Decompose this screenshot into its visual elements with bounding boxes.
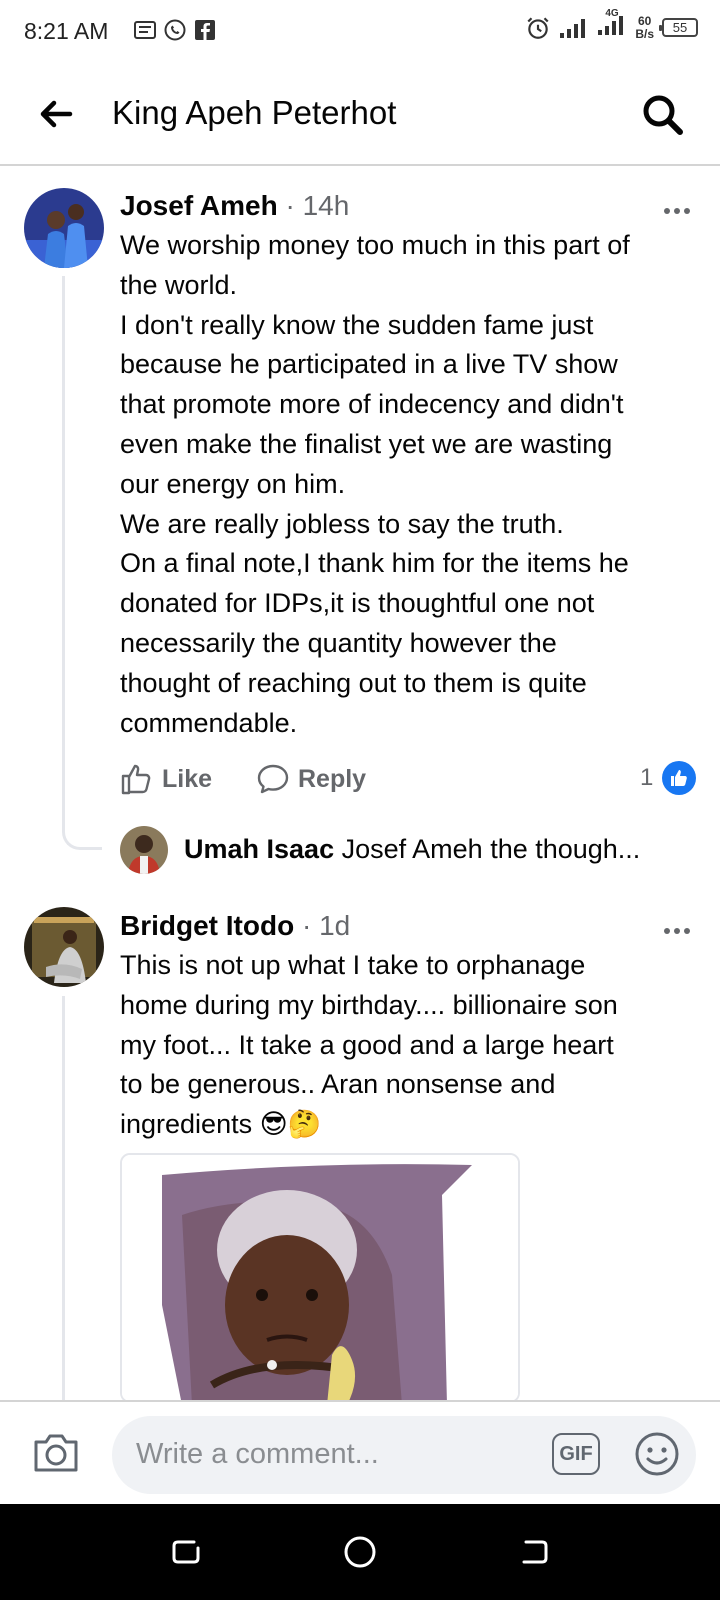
battery-level: 55 bbox=[672, 20, 688, 35]
comment-gif-image[interactable] bbox=[120, 1153, 520, 1403]
notification-icons bbox=[133, 18, 217, 42]
battery-icon: 55 bbox=[659, 18, 698, 37]
thread-line bbox=[62, 996, 65, 1406]
home-icon[interactable] bbox=[342, 1534, 378, 1570]
alarm-icon bbox=[527, 16, 549, 39]
meme-image bbox=[122, 1155, 518, 1401]
comment-time[interactable]: 14h bbox=[303, 190, 350, 221]
app-header: King Apeh Peterhot bbox=[0, 64, 720, 166]
gif-button[interactable]: GIF bbox=[552, 1433, 600, 1475]
speed-value: 60 bbox=[637, 13, 652, 28]
avatar-bridget-itodo[interactable] bbox=[24, 907, 104, 987]
like-label: Like bbox=[162, 764, 213, 793]
thread-line bbox=[62, 276, 65, 810]
gif-label: GIF bbox=[559, 1442, 593, 1465]
comment-author[interactable]: Josef Ameh bbox=[120, 190, 278, 221]
like-reaction-icon[interactable] bbox=[662, 761, 696, 795]
whatsapp-icon bbox=[164, 19, 186, 41]
search-icon[interactable] bbox=[640, 92, 686, 138]
avatar-josef-ameh[interactable] bbox=[24, 188, 104, 268]
avatar-photo bbox=[24, 907, 104, 987]
system-indicators: 4G 60 B/s 55 bbox=[525, 8, 698, 41]
comment-author[interactable]: Bridget Itodo bbox=[120, 910, 294, 941]
like-reaction-glyph bbox=[671, 770, 687, 786]
comment-composer: Write a comment... GIF bbox=[0, 1400, 720, 1504]
system-navigation-bar bbox=[0, 1504, 720, 1600]
signal-icon bbox=[560, 18, 586, 38]
reply-author: Umah Isaac bbox=[184, 834, 335, 864]
camera-icon[interactable] bbox=[30, 1428, 82, 1476]
status-bar: 8:21 AM 4G 60 B/s 55 bbox=[0, 0, 720, 64]
comment-header: Josef Ameh · 14h bbox=[120, 190, 349, 222]
comment-header: Bridget Itodo · 1d bbox=[120, 910, 350, 942]
emoji-icon[interactable] bbox=[634, 1431, 680, 1477]
facebook-icon bbox=[195, 20, 215, 40]
comment-input[interactable]: Write a comment... GIF bbox=[112, 1416, 696, 1494]
meta-separator: · bbox=[285, 190, 303, 221]
status-time: 8:21 AM bbox=[24, 18, 109, 44]
thumbs-up-icon bbox=[121, 764, 151, 795]
like-button[interactable]: Like bbox=[120, 762, 212, 796]
reply-snippet: Josef Ameh the though... bbox=[341, 834, 641, 864]
reply-bubble-icon bbox=[257, 764, 289, 794]
thread-connector bbox=[62, 800, 102, 850]
reply-button[interactable]: Reply bbox=[256, 762, 366, 796]
more-options-icon[interactable] bbox=[664, 201, 696, 214]
comment-text: This is not up what I take to orphanage … bbox=[120, 950, 618, 1140]
comment-text: We worship money too much in this part o… bbox=[120, 230, 630, 738]
avatar-photo bbox=[120, 826, 168, 874]
comment-time[interactable]: 1d bbox=[319, 910, 350, 941]
message-icon bbox=[134, 21, 156, 39]
network-speed: 60 B/s bbox=[635, 13, 654, 41]
reply-preview[interactable]: Umah Isaac Josef Ameh the though... bbox=[184, 834, 684, 865]
back-icon[interactable] bbox=[516, 1534, 552, 1570]
network-type: 4G bbox=[605, 8, 619, 19]
speed-unit: B/s bbox=[635, 26, 654, 41]
recent-apps-icon[interactable] bbox=[168, 1534, 204, 1570]
meta-separator: · bbox=[301, 910, 320, 941]
reaction-count[interactable]: 1 bbox=[640, 764, 653, 792]
avatar-photo bbox=[24, 188, 104, 268]
comment-input-placeholder: Write a comment... bbox=[136, 1438, 379, 1470]
back-arrow-icon[interactable] bbox=[36, 94, 76, 134]
avatar-umah-isaac[interactable] bbox=[120, 826, 168, 874]
page-title: King Apeh Peterhot bbox=[112, 94, 397, 131]
reply-label: Reply bbox=[298, 764, 367, 793]
signal-4g-indicator: 4G bbox=[597, 8, 627, 41]
more-options-icon[interactable] bbox=[664, 921, 696, 934]
